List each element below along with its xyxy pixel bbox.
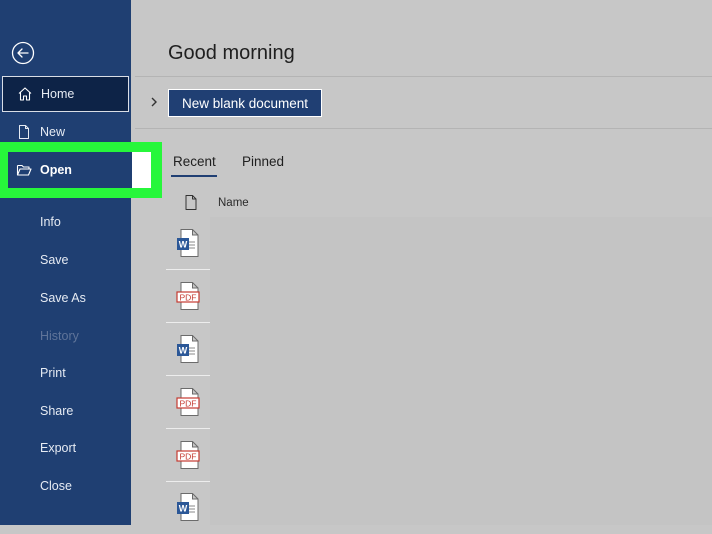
sidebar-item-info[interactable]: Info xyxy=(0,204,131,240)
sidebar-item-label: Print xyxy=(40,366,66,380)
sidebar-item-label: New xyxy=(40,125,66,139)
list-item[interactable]: W xyxy=(166,482,210,534)
sidebar-item-open[interactable]: Open xyxy=(8,152,151,188)
sidebar-item-label: Export xyxy=(40,441,77,455)
list-item[interactable]: W xyxy=(166,323,210,376)
open-item-inner: Open xyxy=(8,152,132,188)
tab-pinned[interactable]: Pinned xyxy=(242,154,284,169)
folder-open-icon xyxy=(16,162,32,178)
main-panel: Good morning New blank document Recent P… xyxy=(131,0,712,525)
sidebar-item-export[interactable]: Export xyxy=(0,430,131,466)
divider xyxy=(135,76,712,77)
pdf-file-icon: PDF xyxy=(176,388,200,416)
file-type-label: PDF xyxy=(180,398,197,408)
sidebar: Home New Info Save Save As History Print… xyxy=(0,0,131,525)
back-button[interactable] xyxy=(11,41,35,65)
list-item[interactable]: W xyxy=(166,217,210,270)
sidebar-item-share[interactable]: Share xyxy=(0,393,131,429)
file-list: W PDF W PDF PDF W xyxy=(166,217,210,525)
divider xyxy=(135,128,712,129)
file-type-label: W xyxy=(179,346,188,356)
page-title: Good morning xyxy=(168,42,295,64)
file-type-label: PDF xyxy=(180,451,197,461)
word-file-icon: W xyxy=(177,229,199,257)
file-type-label: PDF xyxy=(180,292,197,302)
word-file-icon: W xyxy=(177,493,199,521)
sidebar-item-label: Info xyxy=(40,215,61,229)
list-item[interactable]: PDF xyxy=(166,270,210,323)
expand-templates-button[interactable] xyxy=(149,95,159,109)
file-type-column-icon xyxy=(185,195,197,210)
tab-selected-indicator xyxy=(171,175,217,177)
sidebar-item-label: History xyxy=(40,329,79,343)
list-item[interactable]: PDF xyxy=(166,376,210,429)
home-icon xyxy=(17,86,33,102)
sidebar-item-label: Share xyxy=(40,404,74,418)
list-item[interactable]: PDF xyxy=(166,429,210,482)
sidebar-item-label: Open xyxy=(40,163,72,177)
tab-recent[interactable]: Recent xyxy=(173,154,216,169)
sidebar-item-save[interactable]: Save xyxy=(0,242,131,278)
sidebar-item-history: History xyxy=(0,318,131,354)
new-document-icon xyxy=(16,124,32,140)
column-header-name[interactable]: Name xyxy=(218,197,249,209)
file-type-label: W xyxy=(179,504,188,514)
sidebar-item-label: Close xyxy=(40,479,72,493)
sidebar-item-label: Save As xyxy=(40,291,86,305)
sidebar-item-label: Save xyxy=(40,253,69,267)
back-arrow-icon xyxy=(11,41,35,65)
sidebar-item-home[interactable]: Home xyxy=(2,76,129,112)
sidebar-item-label: Home xyxy=(41,87,75,101)
file-type-label: W xyxy=(179,240,188,250)
chevron-right-icon xyxy=(151,97,157,107)
word-file-icon: W xyxy=(177,335,199,363)
sidebar-item-print[interactable]: Print xyxy=(0,355,131,391)
new-blank-document-button[interactable]: New blank document xyxy=(168,89,322,117)
pdf-file-icon: PDF xyxy=(176,441,200,469)
pdf-file-icon: PDF xyxy=(176,282,200,310)
file-list-area xyxy=(210,217,712,525)
sidebar-item-close[interactable]: Close xyxy=(0,468,131,504)
sidebar-item-save-as[interactable]: Save As xyxy=(0,280,131,316)
